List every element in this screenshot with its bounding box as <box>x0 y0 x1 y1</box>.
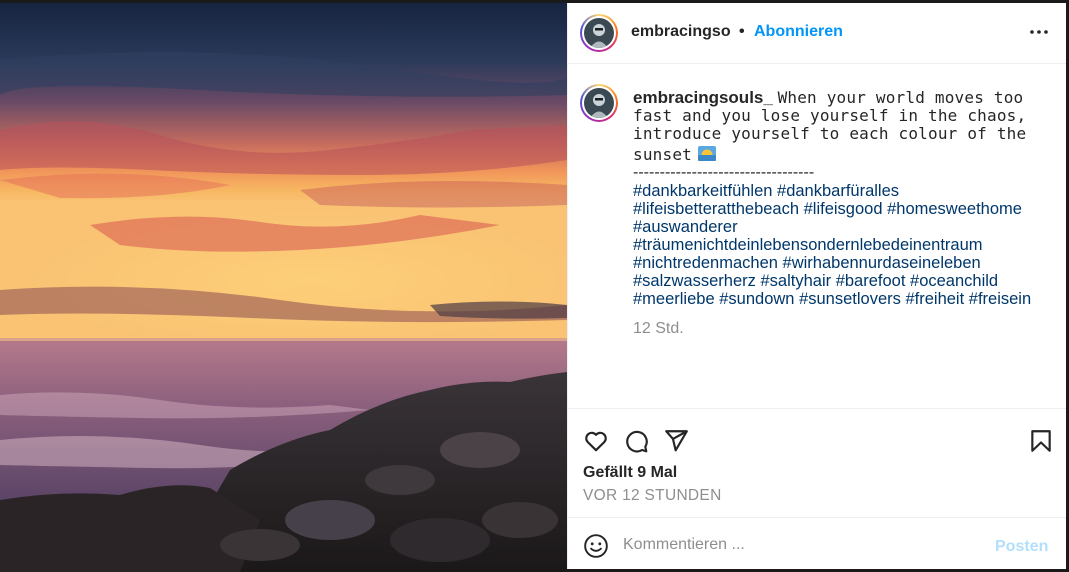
comment-input[interactable] <box>623 530 983 560</box>
sunset-emoji-icon <box>697 146 716 161</box>
share-icon[interactable] <box>663 428 689 454</box>
heart-icon[interactable] <box>583 428 609 454</box>
hashtag-link[interactable]: #oceanchild <box>910 272 998 290</box>
follow-button[interactable]: Abonnieren <box>754 23 843 41</box>
post-photo[interactable] <box>0 0 567 572</box>
caption-section: embracingsouls_ When your world moves to… <box>568 65 1066 409</box>
separator-dot: • <box>739 23 745 40</box>
post-header: embracingso • Abonnieren <box>568 3 1066 64</box>
post-timestamp[interactable]: VOR 12 STUNDEN <box>583 487 722 505</box>
comment-bar: Posten <box>568 517 1066 569</box>
hashtag-link[interactable]: #freisein <box>969 290 1031 308</box>
hashtag-link[interactable]: #wirhabennurdaseineleben <box>783 254 981 272</box>
avatar[interactable] <box>580 14 618 52</box>
bookmark-icon[interactable] <box>1028 428 1054 454</box>
hashtag-link[interactable]: #sundown <box>719 290 794 308</box>
emoji-icon[interactable] <box>583 533 609 559</box>
caption-timestamp: 12 Std. <box>633 320 684 337</box>
caption-username[interactable]: embracingsouls_ <box>633 88 773 107</box>
like-count[interactable]: Gefällt 9 Mal <box>583 464 677 482</box>
sunset-image <box>0 0 567 572</box>
hashtag-link[interactable]: #dankbarfüralles <box>777 182 899 200</box>
hashtag-link[interactable]: #homesweethome <box>887 200 1022 218</box>
action-bar: Gefällt 9 Mal VOR 12 STUNDEN <box>568 408 1066 520</box>
caption-profile-picture <box>584 88 614 118</box>
hashtag-link[interactable]: #sunsetlovers <box>799 290 901 308</box>
profile-picture <box>584 18 614 48</box>
hashtag-link[interactable]: #salzwasserherz <box>633 272 756 290</box>
hashtag-link[interactable]: #träumenichtdeinlebensondernlebedeinentr… <box>633 236 983 254</box>
caption-text-block: embracingsouls_ When your world moves to… <box>633 89 1053 164</box>
caption-divider: ---------------------------------- <box>633 164 815 181</box>
hashtag-link[interactable]: #barefoot <box>836 272 906 290</box>
hashtag-link[interactable]: #lifeisbetteratthebeach <box>633 200 799 218</box>
hashtag-link[interactable]: #freiheit <box>905 290 964 308</box>
hashtag-link[interactable]: #lifeisgood <box>804 200 883 218</box>
caption-block: embracingsouls_ When your world moves to… <box>633 89 1053 338</box>
hashtag-link[interactable]: #saltyhair <box>760 272 831 290</box>
hashtag-link[interactable]: #meerliebe <box>633 290 715 308</box>
hashtag-link[interactable]: #nichtredenmachen <box>633 254 778 272</box>
hashtag-link[interactable]: #dankbarkeitfühlen <box>633 182 772 200</box>
hashtag-link[interactable]: #auswanderer <box>633 218 738 236</box>
post-comment-button[interactable]: Posten <box>995 538 1048 556</box>
more-options-icon[interactable] <box>1028 21 1050 43</box>
hashtag-list: #dankbarkeitfühlen #dankbarfüralles #lif… <box>633 182 1053 308</box>
caption-avatar[interactable] <box>580 84 618 122</box>
post-author-username[interactable]: embracingso <box>631 23 731 41</box>
post-sidebar: embracingso • Abonnieren embracingsouls_… <box>567 3 1066 569</box>
comment-icon[interactable] <box>623 428 649 454</box>
